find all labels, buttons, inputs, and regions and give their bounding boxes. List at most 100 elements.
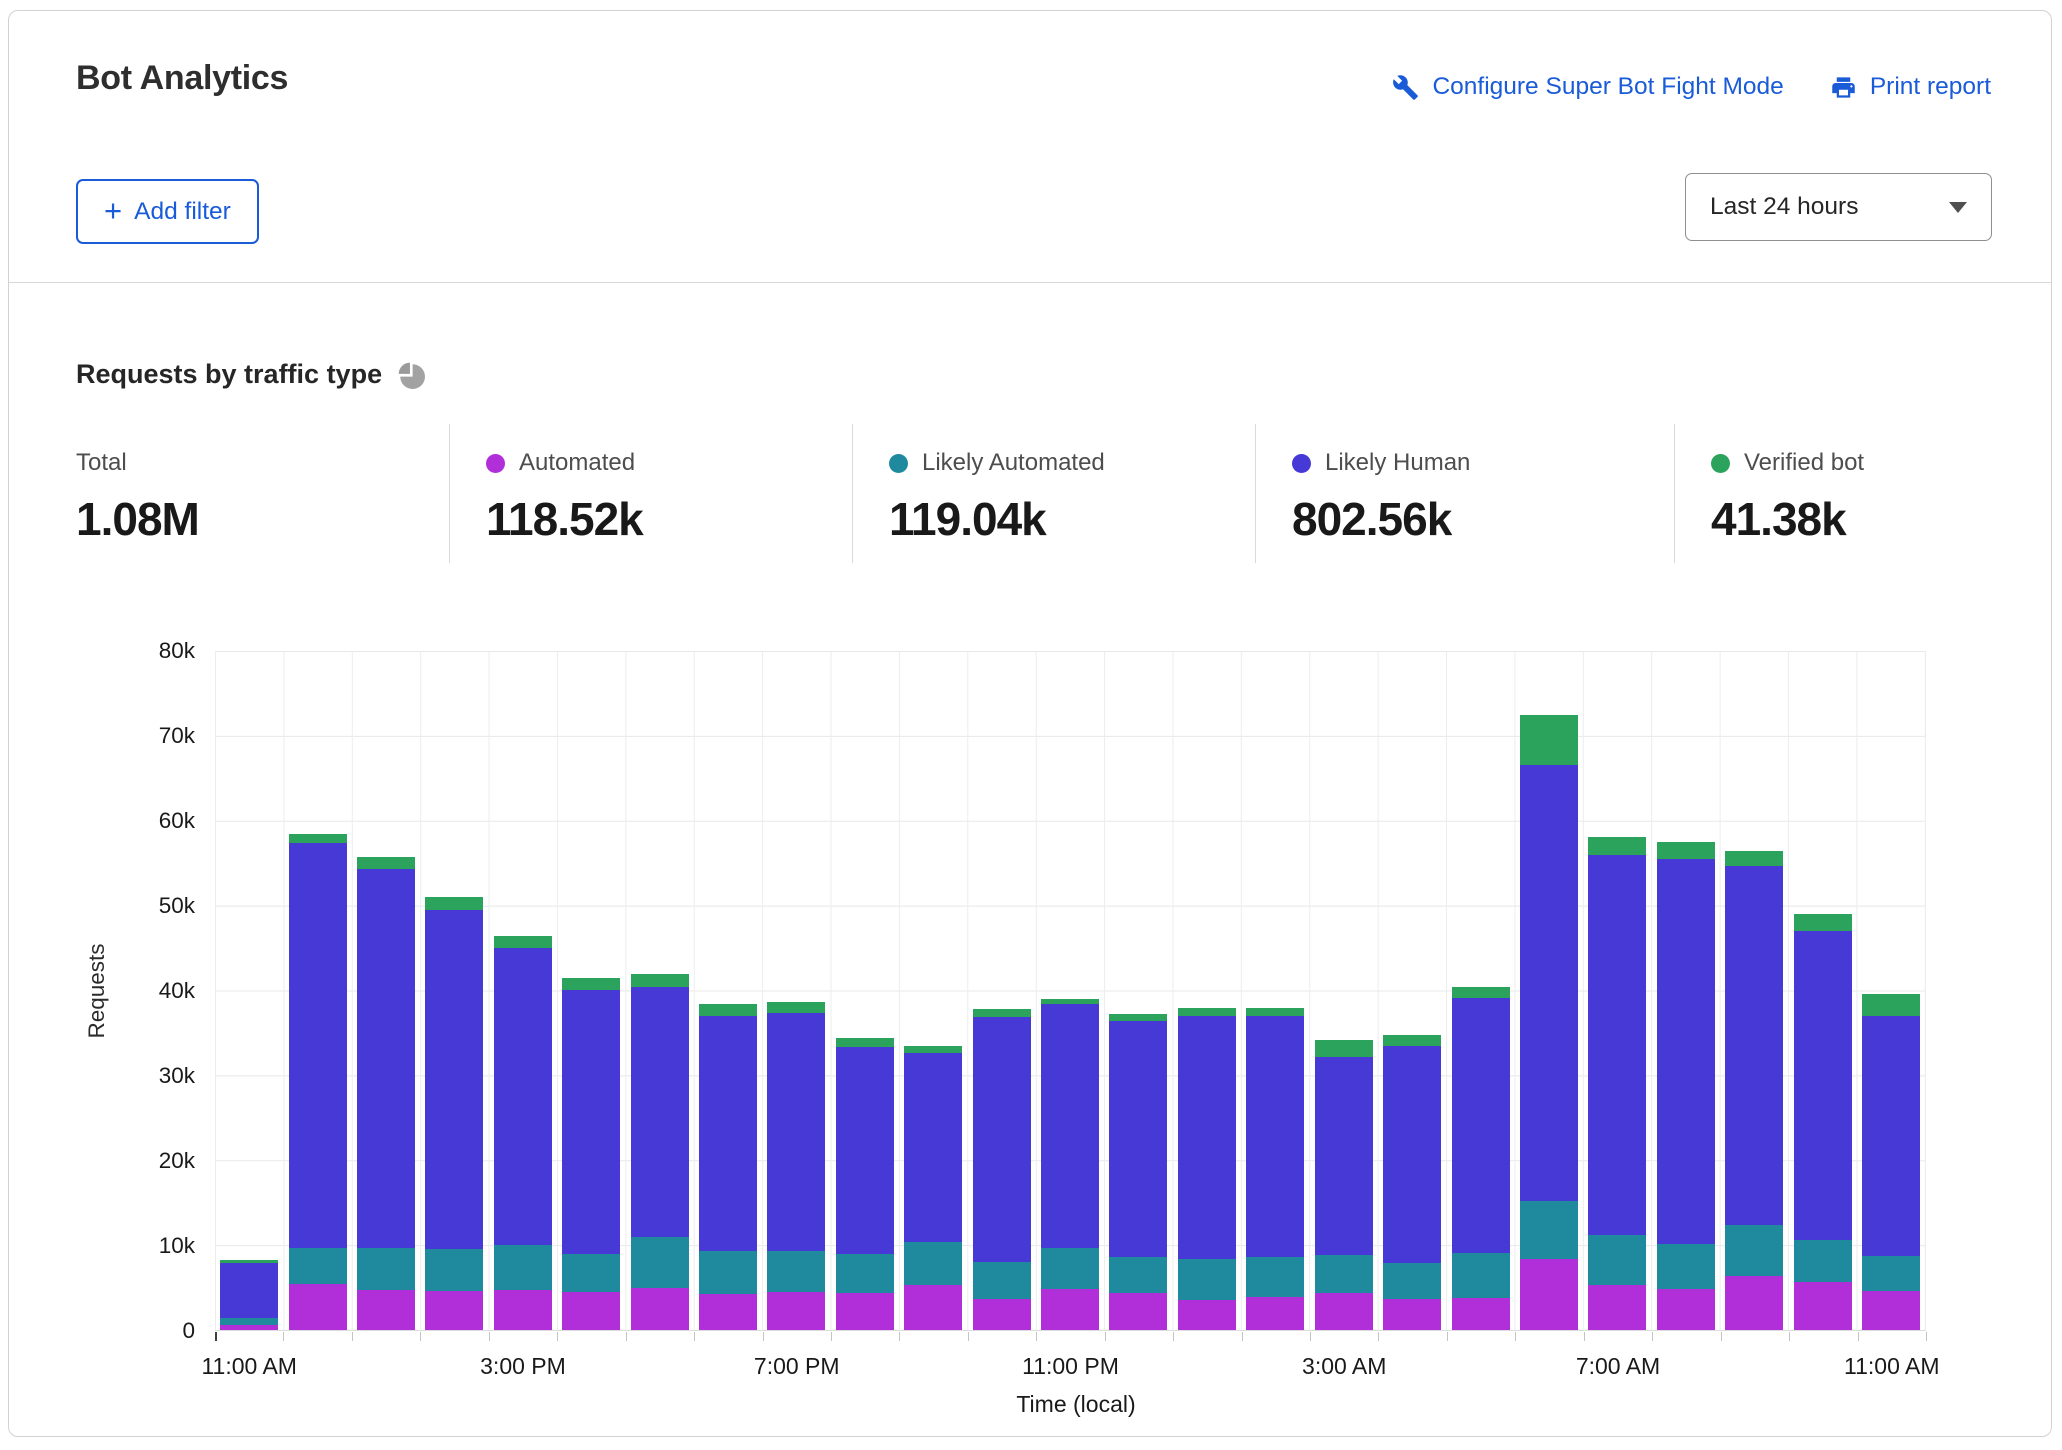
- stacked-bar[interactable]: [357, 857, 415, 1330]
- bar-segment-automated[interactable]: [289, 1284, 347, 1330]
- bar-segment-likely-human[interactable]: [904, 1053, 962, 1243]
- stacked-bar[interactable]: [1178, 1008, 1236, 1330]
- bar-segment-likely-human[interactable]: [220, 1263, 278, 1318]
- bar-segment-likely-automated[interactable]: [562, 1254, 620, 1292]
- bar-segment-likely-automated[interactable]: [220, 1318, 278, 1325]
- bar-segment-likely-automated[interactable]: [699, 1251, 757, 1294]
- stacked-bar[interactable]: [1246, 1008, 1304, 1330]
- bar-segment-automated[interactable]: [357, 1290, 415, 1330]
- stacked-bar[interactable]: [973, 1009, 1031, 1330]
- bar-segment-likely-automated[interactable]: [357, 1248, 415, 1290]
- bar-segment-verified-bot[interactable]: [904, 1046, 962, 1053]
- bar-segment-verified-bot[interactable]: [357, 857, 415, 870]
- bar-segment-automated[interactable]: [767, 1292, 825, 1330]
- bar-segment-likely-human[interactable]: [1452, 998, 1510, 1253]
- bar-segment-verified-bot[interactable]: [1794, 914, 1852, 931]
- bar-segment-likely-automated[interactable]: [1383, 1263, 1441, 1300]
- stacked-bar[interactable]: [904, 1046, 962, 1330]
- bar-segment-likely-automated[interactable]: [631, 1237, 689, 1288]
- bar-segment-verified-bot[interactable]: [1588, 837, 1646, 855]
- stacked-bar[interactable]: [425, 897, 483, 1330]
- stacked-bar[interactable]: [1520, 715, 1578, 1330]
- stacked-bar[interactable]: [494, 936, 552, 1330]
- bar-segment-likely-human[interactable]: [1862, 1016, 1920, 1257]
- bar-segment-verified-bot[interactable]: [1246, 1008, 1304, 1017]
- time-range-select[interactable]: Last 24 hours: [1685, 173, 1992, 241]
- bar-segment-likely-automated[interactable]: [1109, 1257, 1167, 1294]
- bar-segment-likely-automated[interactable]: [1794, 1240, 1852, 1283]
- stacked-bar[interactable]: [1725, 851, 1783, 1330]
- bar-segment-automated[interactable]: [836, 1293, 894, 1330]
- bar-segment-verified-bot[interactable]: [1109, 1014, 1167, 1021]
- bar-segment-likely-human[interactable]: [1041, 1004, 1099, 1247]
- bar-segment-verified-bot[interactable]: [1657, 842, 1715, 859]
- bar-segment-verified-bot[interactable]: [973, 1009, 1031, 1018]
- bar-segment-automated[interactable]: [425, 1291, 483, 1330]
- stacked-bar[interactable]: [562, 978, 620, 1330]
- bar-segment-verified-bot[interactable]: [1178, 1008, 1236, 1016]
- bar-segment-automated[interactable]: [494, 1290, 552, 1330]
- bar-segment-likely-human[interactable]: [631, 987, 689, 1237]
- bar-segment-verified-bot[interactable]: [1452, 987, 1510, 998]
- bar-segment-likely-human[interactable]: [1657, 859, 1715, 1244]
- stacked-bar[interactable]: [699, 1004, 757, 1330]
- bar-segment-verified-bot[interactable]: [1520, 715, 1578, 765]
- bar-segment-automated[interactable]: [1452, 1298, 1510, 1330]
- bar-segment-automated[interactable]: [699, 1294, 757, 1330]
- bar-segment-automated[interactable]: [1109, 1293, 1167, 1330]
- bar-segment-automated[interactable]: [1862, 1291, 1920, 1330]
- bar-segment-likely-automated[interactable]: [973, 1262, 1031, 1299]
- bar-segment-verified-bot[interactable]: [836, 1038, 894, 1047]
- bar-segment-automated[interactable]: [1794, 1282, 1852, 1330]
- configure-super-bot-fight-mode-link[interactable]: Configure Super Bot Fight Mode: [1392, 73, 1783, 101]
- stacked-bar[interactable]: [767, 1002, 825, 1330]
- bar-segment-likely-automated[interactable]: [836, 1254, 894, 1294]
- bar-segment-likely-human[interactable]: [1109, 1021, 1167, 1257]
- bar-segment-automated[interactable]: [1178, 1300, 1236, 1330]
- bar-segment-likely-automated[interactable]: [1178, 1259, 1236, 1301]
- bar-segment-likely-human[interactable]: [357, 869, 415, 1248]
- bar-segment-verified-bot[interactable]: [494, 936, 552, 948]
- bar-segment-likely-automated[interactable]: [1041, 1248, 1099, 1290]
- stacked-bar[interactable]: [1657, 842, 1715, 1330]
- bar-segment-likely-human[interactable]: [562, 990, 620, 1254]
- stacked-bar[interactable]: [1452, 987, 1510, 1330]
- bar-segment-likely-automated[interactable]: [425, 1249, 483, 1291]
- bar-segment-automated[interactable]: [1657, 1289, 1715, 1330]
- bar-segment-likely-automated[interactable]: [1657, 1244, 1715, 1289]
- stacked-bar[interactable]: [1588, 837, 1646, 1330]
- bar-segment-automated[interactable]: [1725, 1276, 1783, 1330]
- bar-segment-likely-automated[interactable]: [289, 1248, 347, 1285]
- bar-segment-verified-bot[interactable]: [699, 1004, 757, 1016]
- stacked-bar[interactable]: [1041, 999, 1099, 1330]
- bar-segment-automated[interactable]: [904, 1285, 962, 1330]
- stacked-bar[interactable]: [289, 834, 347, 1330]
- bar-segment-verified-bot[interactable]: [631, 974, 689, 988]
- bar-segment-verified-bot[interactable]: [1383, 1035, 1441, 1046]
- stacked-bar[interactable]: [1383, 1035, 1441, 1330]
- stacked-bar[interactable]: [631, 974, 689, 1330]
- bar-segment-likely-human[interactable]: [1246, 1016, 1304, 1257]
- bar-segment-likely-human[interactable]: [289, 843, 347, 1248]
- bar-segment-automated[interactable]: [1041, 1289, 1099, 1330]
- bar-segment-likely-human[interactable]: [1588, 855, 1646, 1235]
- bar-segment-likely-automated[interactable]: [1862, 1256, 1920, 1291]
- bar-segment-likely-human[interactable]: [699, 1016, 757, 1251]
- bar-segment-automated[interactable]: [562, 1292, 620, 1330]
- bar-segment-verified-bot[interactable]: [1725, 851, 1783, 866]
- bar-segment-verified-bot[interactable]: [767, 1002, 825, 1013]
- stacked-bar[interactable]: [1862, 994, 1920, 1330]
- print-report-link[interactable]: Print report: [1830, 73, 1991, 101]
- bar-segment-automated[interactable]: [1520, 1259, 1578, 1330]
- bar-segment-automated[interactable]: [1315, 1293, 1373, 1330]
- bar-segment-likely-human[interactable]: [494, 948, 552, 1246]
- bar-segment-likely-human[interactable]: [767, 1013, 825, 1251]
- stacked-bar[interactable]: [1109, 1014, 1167, 1330]
- add-filter-button[interactable]: + Add filter: [76, 179, 259, 244]
- bar-segment-likely-human[interactable]: [1383, 1046, 1441, 1263]
- bar-segment-verified-bot[interactable]: [289, 834, 347, 843]
- bar-segment-likely-automated[interactable]: [904, 1242, 962, 1285]
- bar-segment-automated[interactable]: [1383, 1299, 1441, 1330]
- bar-segment-likely-automated[interactable]: [1725, 1225, 1783, 1275]
- bar-segment-likely-automated[interactable]: [494, 1245, 552, 1290]
